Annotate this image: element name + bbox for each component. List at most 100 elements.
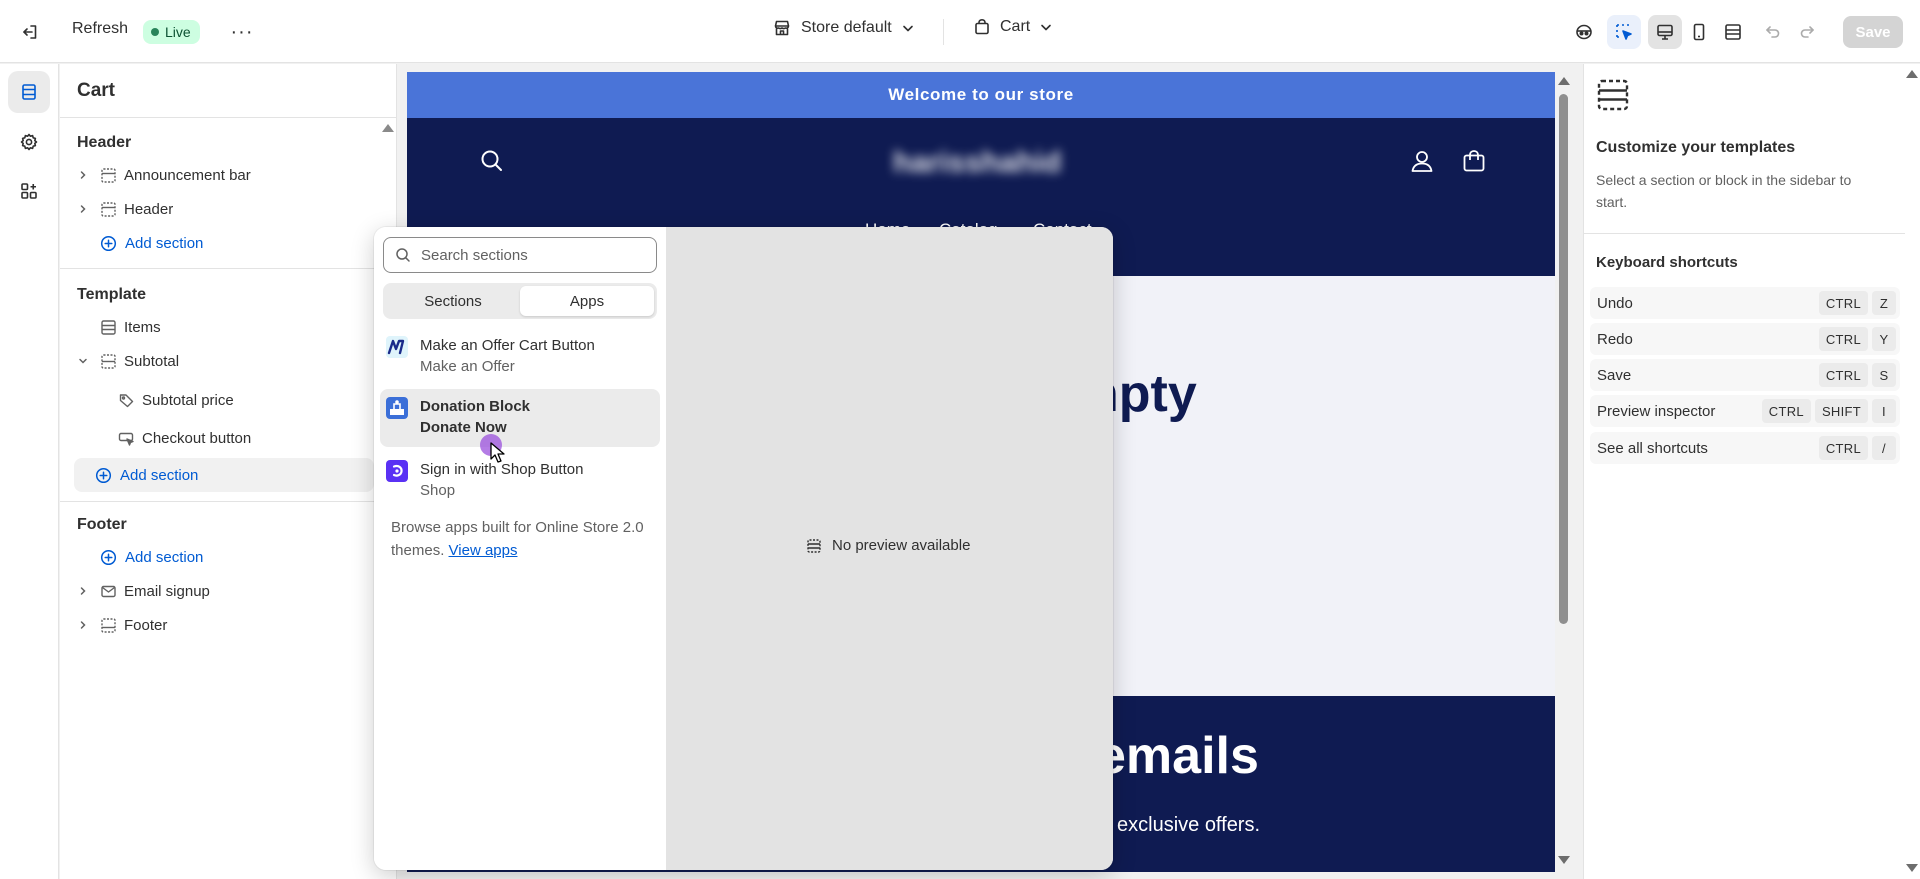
scrollbar-thumb[interactable] — [1559, 94, 1568, 624]
shortcut-row-save: Save CTRL S — [1590, 359, 1900, 391]
refresh-button[interactable]: Refresh — [72, 20, 128, 38]
sections-icon — [22, 84, 36, 100]
shortcut-label: Undo — [1597, 294, 1633, 312]
sidebar-item-label: Header — [124, 200, 174, 218]
app-block-donation[interactable]: Donation Block Donate Now — [380, 389, 660, 447]
no-preview-label: No preview available — [832, 537, 971, 554]
sidebar-block-subtotal-price[interactable]: Subtotal price — [117, 385, 234, 415]
app-block-shop-sign-in[interactable]: Sign in with Shop Button Shop — [380, 452, 660, 510]
search-icon — [396, 248, 410, 262]
shortcut-row-preview-inspector: Preview inspector CTRL SHIFT I — [1590, 395, 1900, 427]
sidebar-block-checkout-button[interactable]: Checkout button — [117, 423, 251, 453]
panel-divider — [1584, 233, 1905, 234]
exit-icon — [23, 25, 37, 39]
theme-selector[interactable]: Store default — [772, 18, 915, 38]
search-sections-field[interactable] — [383, 237, 657, 273]
key-cap: CTRL — [1818, 291, 1868, 315]
chevron-down-icon — [902, 25, 913, 32]
live-dot-icon — [151, 28, 159, 36]
viewport-toggle-group — [1648, 15, 1750, 49]
chevron-down-icon[interactable] — [77, 355, 89, 367]
search-sections-input[interactable] — [421, 246, 641, 264]
app-block-make-an-offer[interactable]: Make an Offer Cart Button Make an Offer — [380, 328, 660, 386]
sidebar-item-footer[interactable]: Footer — [77, 610, 167, 640]
chevron-right-icon[interactable] — [77, 585, 89, 597]
rail-sections-button[interactable] — [8, 71, 50, 113]
fullwidth-view-button[interactable] — [1716, 15, 1750, 49]
announcement-bar[interactable]: Welcome to our store — [407, 72, 1555, 118]
panel-scroll-down-arrow[interactable] — [1906, 864, 1918, 872]
shortcut-label: Preview inspector — [1597, 402, 1716, 420]
shortcut-keys: CTRL Y — [1818, 327, 1896, 351]
shortcut-label: Redo — [1597, 330, 1633, 348]
shortcut-row-redo: Redo CTRL Y — [1590, 323, 1900, 355]
sidebar-item-subtotal[interactable]: Subtotal — [77, 346, 179, 376]
sidebar-item-items[interactable]: Items — [99, 312, 161, 342]
chevron-right-icon[interactable] — [77, 619, 89, 631]
add-section-footer-button[interactable]: Add section — [99, 542, 203, 572]
inspector-toggle-button[interactable] — [1607, 15, 1641, 49]
chevron-right-icon[interactable] — [77, 203, 89, 215]
sidebar-item-label: Announcement bar — [124, 166, 251, 184]
sidebar-item-label: Items — [124, 318, 161, 336]
apps-icon — [21, 183, 37, 199]
picker-preview-panel: No preview available — [666, 227, 1113, 870]
store-logo[interactable]: harisshahid — [893, 146, 1061, 180]
sidebar-divider — [60, 268, 397, 269]
rail-settings-button[interactable] — [8, 121, 50, 163]
sections-sidebar: Cart Header Announcement bar Header Add … — [60, 64, 397, 879]
tab-apps[interactable]: Apps — [520, 286, 654, 316]
shortcut-keys: CTRL SHIFT I — [1761, 399, 1896, 423]
account-icon[interactable] — [1409, 148, 1435, 174]
add-section-template-button[interactable]: Add section — [74, 458, 374, 492]
mobile-view-button[interactable] — [1682, 15, 1716, 49]
shop-logo-icon — [386, 460, 408, 482]
scroll-down-arrow[interactable] — [1558, 856, 1570, 864]
shortcut-keys: CTRL Z — [1818, 291, 1896, 315]
key-cap: / — [1872, 436, 1896, 460]
rail-apps-button[interactable] — [8, 170, 50, 212]
add-section-header-button[interactable]: Add section — [99, 228, 203, 258]
section-layout-icon — [99, 200, 117, 218]
shortcut-row-see-all[interactable]: See all shortcuts CTRL / — [1590, 432, 1900, 464]
search-icon[interactable] — [479, 148, 505, 174]
section-layout-icon — [99, 352, 117, 370]
app-vendor: Make an Offer — [420, 358, 515, 375]
button-pointer-icon — [117, 429, 135, 447]
sidebar-scroll-up-arrow[interactable] — [382, 124, 394, 132]
tab-sections[interactable]: Sections — [386, 286, 520, 316]
exit-button[interactable] — [14, 16, 46, 48]
sidebar-item-announcement-bar[interactable]: Announcement bar — [77, 160, 251, 190]
save-button[interactable]: Save — [1843, 16, 1903, 48]
plus-circle-icon — [94, 466, 112, 484]
undo-icon — [1766, 26, 1780, 38]
theme-selector-label: Store default — [801, 19, 892, 36]
more-actions-button[interactable]: ··· — [228, 18, 256, 46]
undo-button[interactable] — [1756, 15, 1790, 49]
sidebar-item-email-signup[interactable]: Email signup — [77, 576, 210, 606]
desktop-view-button[interactable] — [1648, 15, 1682, 49]
scroll-up-arrow[interactable] — [1558, 77, 1570, 85]
fullwidth-icon — [1725, 24, 1741, 40]
view-apps-link[interactable]: View apps — [449, 542, 518, 559]
sidebar-item-header[interactable]: Header — [77, 194, 173, 224]
group-template-label: Template — [77, 286, 147, 303]
shortcut-keys: CTRL S — [1818, 363, 1896, 387]
redo-button[interactable] — [1790, 15, 1824, 49]
key-cap: CTRL — [1818, 363, 1868, 387]
key-cap: SHIFT — [1814, 399, 1868, 423]
browse-apps-note: Browse apps built for Online Store 2.0 t… — [391, 516, 651, 562]
chevron-right-icon[interactable] — [77, 169, 89, 181]
shortcut-label: Save — [1597, 366, 1632, 384]
template-selector[interactable]: Cart — [973, 18, 1053, 36]
sidebar-item-label: Subtotal price — [142, 391, 234, 409]
panel-scroll-up-arrow[interactable] — [1906, 70, 1918, 78]
sidekick-button[interactable] — [1567, 15, 1601, 49]
preview-scrollbar[interactable] — [1555, 72, 1573, 872]
cart-bag-icon[interactable] — [1461, 148, 1487, 174]
topbar-divider — [943, 19, 944, 45]
right-info-panel: Customize your templates Select a sectio… — [1583, 64, 1920, 879]
price-tag-icon — [117, 391, 135, 409]
bag-icon — [975, 19, 989, 35]
key-cap: CTRL — [1818, 436, 1868, 460]
